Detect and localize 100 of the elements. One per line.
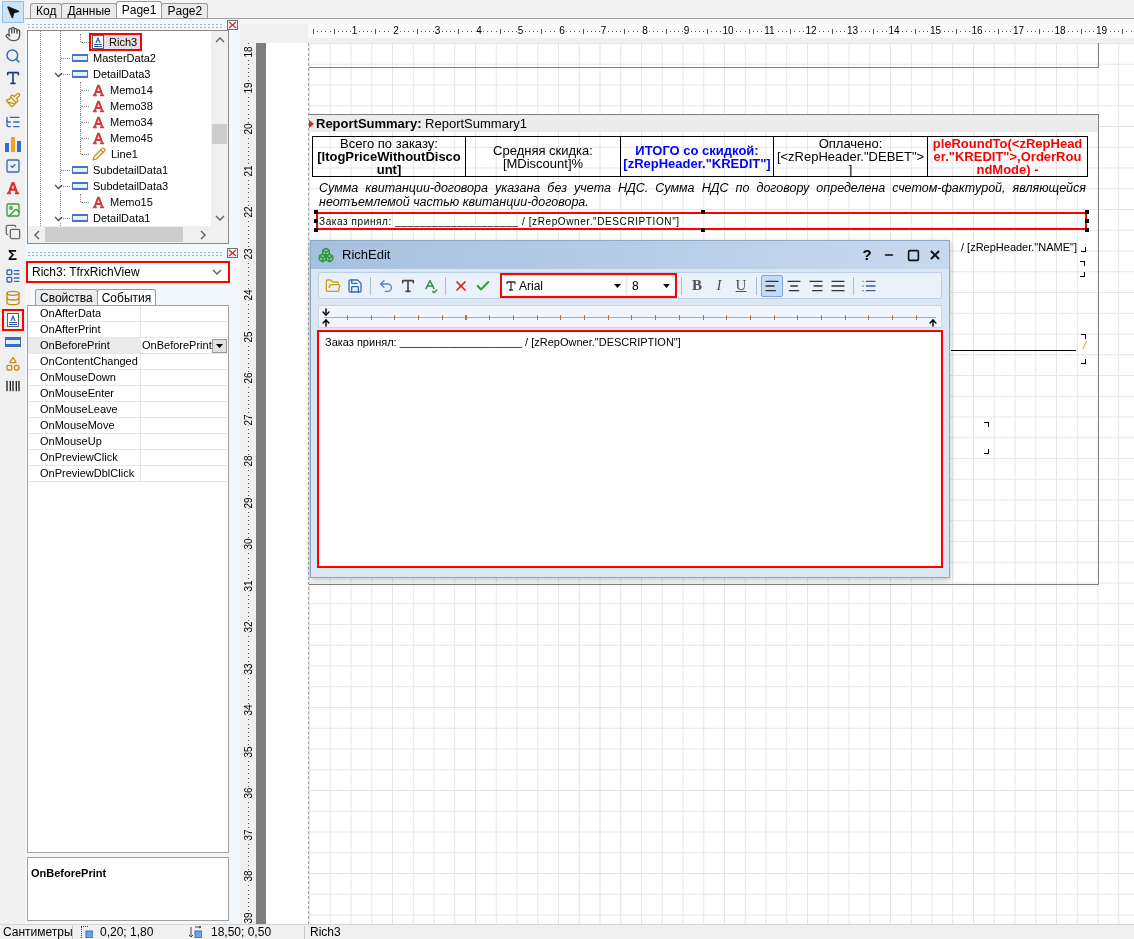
chevron-left-icon[interactable] — [33, 229, 40, 240]
tree-item[interactable]: DetailData1 — [69, 209, 156, 226]
selection-handle-icon[interactable] — [314, 210, 318, 214]
tree-item[interactable]: SubdetailData1 — [69, 161, 174, 179]
page-tab[interactable]: Данные — [61, 3, 117, 18]
scrollbar-thumb[interactable] — [212, 124, 227, 144]
table-cell-text: pleRoundTo(<zRepHeader."KREDIT">,OrderRoundMode) - — [931, 137, 1084, 176]
text-tool-icon — [4, 70, 21, 86]
ruler-number: 10 — [721, 25, 735, 37]
corner-mark-icon — [984, 449, 989, 454]
tool-button[interactable]: Σ — [1, 243, 24, 265]
band-icon — [4, 337, 21, 347]
object-selector[interactable]: Rich3: TfrxRichView — [26, 261, 230, 283]
tree-item[interactable]: DetailData3 — [69, 65, 156, 83]
tree-item[interactable]: Memo15 — [89, 193, 158, 211]
tool-button[interactable] — [1, 1, 24, 23]
ruler-number: 4 — [475, 25, 483, 37]
rich-text-object[interactable]: Заказ принял: ____________________ / [zRepOwner."DESCRIPTION"] — [316, 212, 1087, 230]
units-label: Сантиметры — [2, 925, 72, 939]
selection-handle-icon[interactable] — [701, 228, 705, 232]
band-icon — [72, 54, 88, 62]
position-icon — [81, 926, 93, 938]
save-icon — [347, 277, 363, 294]
help-button[interactable]: ? — [856, 244, 878, 266]
chevron-down-icon[interactable] — [214, 214, 225, 221]
indent-marker-icon — [928, 318, 938, 328]
event-handler-value[interactable]: OnBeforePrint — [141, 338, 212, 353]
picture-icon — [4, 202, 21, 218]
tree-structure-icon — [4, 114, 21, 130]
triangle-down-icon — [663, 283, 670, 288]
ruler-number: 9 — [682, 25, 691, 37]
font-select[interactable]: Arial — [503, 276, 625, 295]
cursor-icon — [4, 4, 21, 20]
selection-handle-icon[interactable] — [1085, 219, 1089, 223]
chevron-down-icon[interactable] — [212, 269, 222, 275]
selection-handle-icon[interactable] — [314, 219, 318, 223]
tree-item[interactable]: Memo38 — [89, 97, 158, 115]
magnifier-icon — [4, 48, 21, 64]
selection-handle-icon[interactable] — [701, 210, 705, 214]
ruler-number: 3 — [433, 25, 442, 37]
chevron-right-icon[interactable] — [199, 229, 206, 240]
underline-button[interactable]: U — [730, 274, 752, 297]
event-name[interactable]: OnBeforePrint — [28, 338, 141, 353]
chevron-up-icon[interactable] — [214, 36, 225, 43]
database-icon — [4, 290, 21, 306]
window-title: RichEdit — [342, 246, 391, 265]
inspector-tab[interactable]: Свойства — [35, 289, 98, 305]
band-title: ReportSummary: ReportSummary1 — [316, 114, 527, 133]
corner-mark-icon — [1081, 359, 1086, 364]
dropdown-button[interactable] — [212, 338, 227, 353]
folder-icon — [325, 277, 341, 294]
editor-field[interactable]: Заказ принял: ____________________ / [zRepOwner."DESCRIPTION"] — [317, 330, 943, 568]
ruler-number: 15 — [928, 25, 943, 37]
ruler-number: 11 — [763, 25, 776, 37]
align-left-button[interactable] — [761, 274, 783, 297]
tool-button[interactable] — [1, 309, 24, 331]
memo-text: / [zRepHeader."NAME"] — [960, 240, 1077, 255]
tree-item[interactable]: Memo34 — [89, 113, 158, 131]
size-select[interactable]: 8 — [628, 276, 674, 295]
tree-item[interactable]: Memo14 — [89, 81, 158, 99]
ruler-number: 1 — [350, 25, 359, 37]
indent-marker-icon — [321, 318, 331, 328]
memo-text: / — [1082, 339, 1086, 352]
selection-handle-icon[interactable] — [1085, 210, 1089, 214]
page-tab[interactable]: Page2 — [161, 3, 209, 18]
tree-item[interactable]: SubdetailData3 — [69, 177, 174, 195]
panel-close-icon[interactable] — [227, 248, 238, 258]
note-text: Сумма квитанции-договора указана без учета НДС. Сумма НДС по договору определена счетом-фактурой, являющейся неотъемлемой частью квитанции-договора. — [319, 181, 1086, 209]
text-style-icon — [400, 277, 416, 294]
italic-button[interactable]: I — [708, 274, 730, 297]
panel-close-icon[interactable] — [227, 20, 238, 30]
description-title: OnBeforePrint — [31, 867, 107, 879]
ruler-number: 6 — [558, 25, 566, 37]
tree-item[interactable]: MasterData2 — [69, 49, 161, 67]
selection-handle-icon[interactable] — [1085, 228, 1089, 232]
tree-item[interactable]: Memo45 — [89, 129, 158, 147]
inspector-tab[interactable]: События — [96, 289, 157, 305]
ruler-number: 13 — [845, 25, 860, 37]
page-tab[interactable]: Код — [30, 3, 63, 18]
vertical-scrollbar[interactable] — [211, 31, 228, 226]
page-tab[interactable]: Page1 — [115, 1, 163, 18]
cubes-icon — [318, 247, 334, 263]
size-value: 18,50; 0,50 — [211, 925, 272, 939]
panel-grip[interactable] — [27, 22, 224, 28]
corner-mark-icon — [984, 422, 989, 427]
tree-item[interactable]: Line1 — [89, 145, 143, 163]
memo-text: Заказ принял: ____________________ / [zRepOwner."DESCRIPTION"] — [319, 214, 680, 229]
selection-handle-icon[interactable] — [314, 228, 318, 232]
scrollbar-thumb[interactable] — [45, 227, 183, 242]
table-cell: Средняя скидка: [MDiscount]% — [466, 137, 621, 176]
corner-mark-icon — [1080, 261, 1085, 266]
horizontal-scrollbar[interactable] — [28, 226, 228, 243]
shapes-icon — [4, 356, 21, 372]
tree-item[interactable]: Rich3 — [89, 33, 143, 51]
bold-button[interactable]: B — [686, 274, 708, 297]
table-cell: ИТОГО со скидкой: [zRepHeader."KREDIT"] — [621, 137, 774, 176]
ruler-number: 7 — [599, 25, 608, 37]
paintbrush-icon — [4, 92, 21, 108]
undo-icon — [378, 277, 394, 294]
font-icon — [505, 279, 517, 292]
